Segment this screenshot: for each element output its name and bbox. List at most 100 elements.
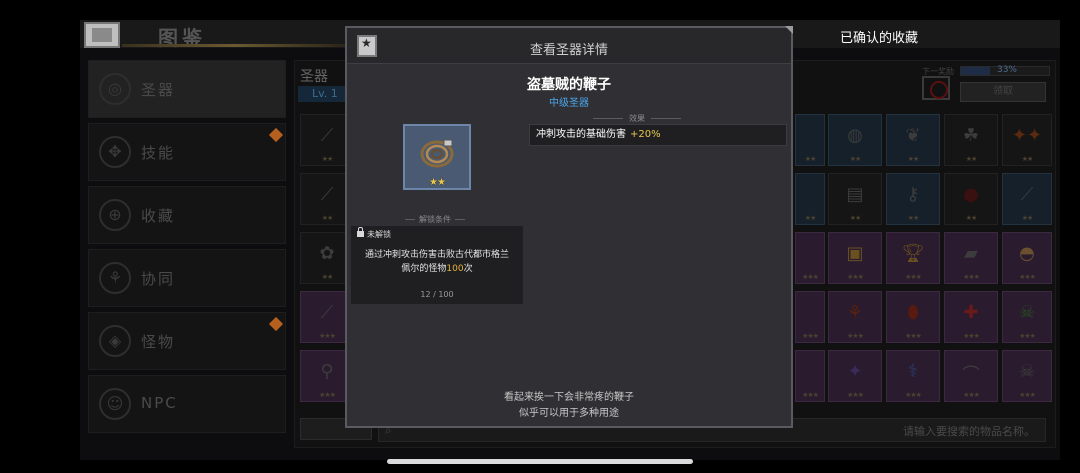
relic-cell[interactable]: ☘ ★★: [944, 114, 998, 166]
relic-cell[interactable]: ☠ ★★★: [1002, 350, 1052, 402]
relic-icon: ❦: [905, 125, 921, 146]
cell-stars: ★★★: [905, 332, 922, 340]
relic-cell[interactable]: ⌒ ★★★: [944, 350, 998, 402]
relic-icon: ☠: [1018, 302, 1036, 323]
alert-badge: [268, 127, 284, 143]
collection-progress-bar: 33%: [960, 65, 1050, 76]
header-divider: [122, 44, 346, 47]
relic-cell[interactable]: ▣ ★★★: [828, 232, 882, 284]
relic-icon: ◍: [847, 125, 863, 146]
relic-cell[interactable]: ★★: [795, 114, 825, 166]
relic-cell[interactable]: ⚘ ★★★: [828, 291, 882, 343]
cell-stars: ★★★: [1019, 391, 1036, 399]
relic-icon: ⬮: [907, 302, 919, 323]
cell-stars: ★★★: [802, 332, 819, 340]
monster-icon: ◈: [99, 325, 131, 357]
lock-icon: [357, 227, 364, 237]
relic-cell[interactable]: ★★★: [795, 350, 825, 402]
relic-cell[interactable]: ⬮ ★★★: [886, 291, 940, 343]
relic-cell[interactable]: ☠ ★★★: [1002, 291, 1052, 343]
sidebar-item-label: 技能: [141, 144, 176, 162]
cell-stars: ★★: [804, 214, 817, 222]
search-input[interactable]: [835, 423, 1035, 439]
cell-stars: ★★: [965, 214, 978, 222]
relic-icon: ◎: [99, 73, 131, 105]
relic-cell[interactable]: ⟋ ★★: [1002, 173, 1052, 225]
effect-text: 冲刺攻击的基础伤害: [536, 129, 626, 140]
sidebar-item-npc[interactable]: ☺ NPC: [88, 375, 286, 433]
cell-stars: ★★★: [802, 273, 819, 281]
sidebar-item-monsters[interactable]: ◈ 怪物: [88, 312, 286, 370]
relic-icon: ⌒: [962, 365, 980, 386]
flavor-text: 看起来挨一下会非常疼的鞭子 似乎可以用于多种用途: [347, 390, 791, 422]
cell-stars: ★★★: [802, 391, 819, 399]
sidebar-item-skills[interactable]: ✥ 技能: [88, 123, 286, 181]
confirmed-collection-label[interactable]: 已确认的收藏: [840, 27, 918, 46]
cell-stars: ★★: [965, 155, 978, 163]
relic-cell[interactable]: ▰ ★★★: [944, 232, 998, 284]
condition-count: 100: [446, 264, 464, 274]
cell-stars: ★★★: [905, 391, 922, 399]
relic-cell[interactable]: ★★: [795, 173, 825, 225]
relic-icon: ⚕: [908, 361, 918, 382]
npc-icon: ☺: [99, 388, 131, 420]
relic-cell[interactable]: 🏆︎ ★★★: [886, 232, 940, 284]
sidebar-item-label: NPC: [141, 394, 178, 412]
relic-cell[interactable]: ✚ ★★★: [944, 291, 998, 343]
cell-stars: ★★: [1021, 155, 1034, 163]
relic-detail-modal: 查看圣器详情 盗墓贼的鞭子 中级圣器 ★★ 效果 冲刺攻击的基础伤害 +20% 解…: [345, 26, 793, 428]
relic-cell[interactable]: ▤ ★★: [828, 173, 882, 225]
progress-fill: [961, 67, 991, 75]
relic-icon: ▰: [964, 243, 978, 264]
alert-badge: [268, 316, 284, 332]
relic-icon: ☠: [1018, 361, 1036, 382]
claim-button[interactable]: 领取: [960, 82, 1046, 102]
relic-cell[interactable]: ✦✦ ★★: [1002, 114, 1052, 166]
flavor-line-1: 看起来挨一下会非常疼的鞭子: [504, 392, 634, 403]
cell-stars: ★★: [907, 214, 920, 222]
progress-percent: 33%: [996, 65, 1017, 75]
relic-icon: ✚: [963, 302, 979, 323]
condition-line-2-suffix: 次: [463, 264, 473, 274]
flavor-line-2: 似乎可以用于多种用途: [519, 408, 619, 419]
relic-cell[interactable]: ◓ ★★★: [1002, 232, 1052, 284]
relic-icon: ●: [963, 184, 979, 205]
sidebar-item-synergy[interactable]: ⚘ 协同: [88, 249, 286, 307]
lock-status-text: 未解锁: [367, 230, 391, 239]
relic-icon: ⚘: [846, 302, 864, 323]
relic-cell[interactable]: ● ★★: [944, 173, 998, 225]
cell-stars: ★★★: [963, 332, 980, 340]
relic-icon: ☘: [962, 125, 980, 146]
category-sidebar: ◎ 圣器 ✥ 技能 ⊕ 收藏 ⚘ 协同 ◈ 怪物 ☺ NPC: [88, 60, 288, 448]
relic-cell[interactable]: ★★★: [795, 232, 825, 284]
unlock-header: 解锁条件: [405, 215, 465, 224]
effect-row: 冲刺攻击的基础伤害 +20%: [529, 124, 787, 146]
relic-icon: ✦: [847, 361, 863, 382]
sidebar-item-label: 协同: [141, 270, 176, 288]
home-indicator[interactable]: [387, 459, 693, 464]
relic-cell[interactable]: ⚕ ★★★: [886, 350, 940, 402]
cell-stars: ★★★: [905, 273, 922, 281]
relic-cell[interactable]: ✦ ★★★: [828, 350, 882, 402]
collection-icon: ⊕: [99, 199, 131, 231]
relic-cell[interactable]: ◍ ★★: [828, 114, 882, 166]
unlock-progress: 12 / 100: [420, 290, 454, 299]
relic-cell[interactable]: ⚷ ★★: [886, 173, 940, 225]
relic-icon: ▤: [846, 184, 864, 205]
prohibited-icon: [922, 76, 950, 100]
relic-cell[interactable]: ❦ ★★: [886, 114, 940, 166]
item-name: 盗墓贼的鞭子: [527, 77, 611, 93]
sidebar-item-collection[interactable]: ⊕ 收藏: [88, 186, 286, 244]
cell-stars: ★★: [1021, 214, 1034, 222]
cell-stars: ★★: [849, 214, 862, 222]
condition-line-2-prefix: 佩尔的怪物: [401, 264, 447, 274]
relic-icon: ⟋: [1020, 184, 1034, 205]
cell-stars: ★★★: [847, 273, 864, 281]
relic-cell[interactable]: ★★★: [795, 291, 825, 343]
cell-stars: ★★★: [847, 391, 864, 399]
unlock-condition-box: 未解锁 通过冲刺攻击伤害击败古代都市格兰 佩尔的怪物100次 12 / 100: [351, 226, 523, 304]
whip-icon: [420, 139, 454, 168]
codex-book-icon[interactable]: [84, 22, 120, 48]
cell-stars: ★★★: [963, 391, 980, 399]
sidebar-item-relics[interactable]: ◎ 圣器: [88, 60, 286, 118]
